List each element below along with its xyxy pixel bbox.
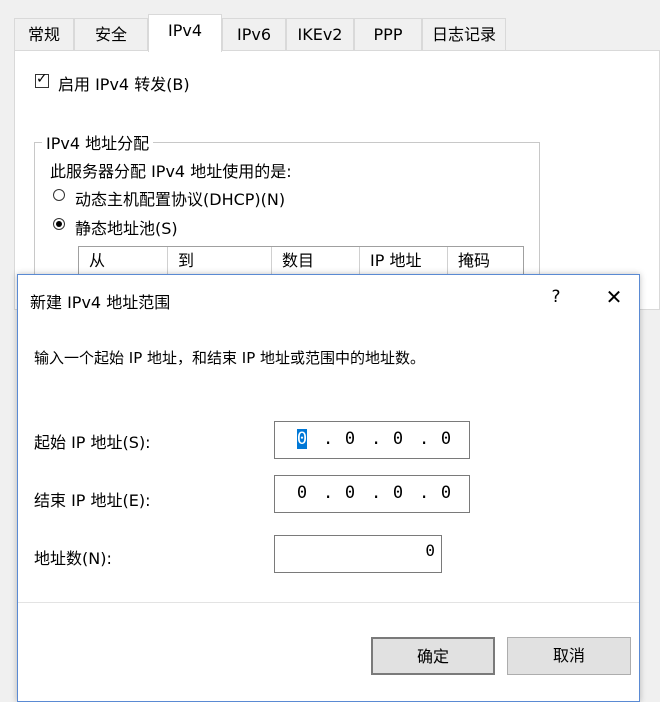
static-pool-radio[interactable] — [53, 218, 65, 230]
end-ip-label: 结束 IP 地址(E): — [34, 491, 151, 510]
dialog-titlebar: 新建 IPv4 地址范围 ? ✕ — [18, 275, 639, 323]
address-count-field[interactable]: 0 — [274, 535, 442, 573]
column-header-count[interactable]: 数目 — [272, 247, 360, 277]
assignment-description: 此服务器分配 IPv4 地址使用的是: — [50, 162, 292, 181]
dhcp-radio[interactable] — [53, 189, 65, 201]
tab-ipv6[interactable]: IPv6 — [222, 18, 286, 50]
tab-label: IPv6 — [236, 25, 271, 44]
column-header-from[interactable]: 从 — [79, 247, 168, 277]
help-button[interactable]: ? — [546, 287, 566, 307]
column-header-ip-address[interactable]: IP 地址 — [360, 247, 448, 277]
tab-label: IPv4 — [167, 21, 202, 40]
end-ip-octet-2[interactable]: 0 — [339, 483, 361, 503]
start-ip-octet-3[interactable]: 0 — [387, 429, 409, 449]
tab-label: 常规 — [27, 25, 60, 44]
close-icon[interactable]: ✕ — [602, 285, 626, 309]
tab-label: 安全 — [94, 25, 127, 44]
group-title: IPv4 地址分配 — [42, 130, 154, 154]
tab-logging[interactable]: 日志记录 — [422, 18, 506, 50]
end-ip-octet-1[interactable]: 0 — [291, 483, 313, 503]
start-ip-octet-2[interactable]: 0 — [339, 429, 361, 449]
end-ip-octet-3[interactable]: 0 — [387, 483, 409, 503]
dialog-divider — [18, 602, 639, 603]
address-count-value: 0 — [425, 541, 435, 560]
start-ip-octet-4[interactable]: 0 — [435, 429, 457, 449]
start-ip-octet-1[interactable]: 0 — [296, 429, 308, 449]
tab-general[interactable]: 常规 — [14, 18, 74, 50]
end-ip-octet-4[interactable]: 0 — [435, 483, 457, 503]
start-ip-label: 起始 IP 地址(S): — [34, 433, 151, 452]
end-ip-field[interactable]: 0 . 0 . 0 . 0 — [274, 475, 470, 513]
enable-ipv4-forwarding-checkbox[interactable] — [35, 71, 49, 88]
static-pool-label: 静态地址池(S) — [75, 219, 178, 238]
column-header-mask[interactable]: 掩码 — [448, 247, 523, 277]
new-ipv4-range-dialog: 新建 IPv4 地址范围 ? ✕ 输入一个起始 IP 地址，和结束 IP 地址或… — [17, 274, 640, 702]
cancel-button[interactable]: 取消 — [507, 637, 631, 675]
tab-ppp[interactable]: PPP — [354, 18, 422, 50]
dialog-title: 新建 IPv4 地址范围 — [30, 293, 171, 312]
tab-label: IKEv2 — [297, 25, 343, 44]
dialog-instruction: 输入一个起始 IP 地址，和结束 IP 地址或范围中的地址数。 — [34, 349, 426, 367]
column-header-to[interactable]: 到 — [168, 247, 272, 277]
ok-button[interactable]: 确定 — [371, 637, 495, 675]
tab-label: 日志记录 — [431, 25, 496, 44]
tab-ipv4[interactable]: IPv4 — [148, 14, 222, 52]
address-count-label: 地址数(N): — [34, 549, 112, 568]
start-ip-field[interactable]: 0 . 0 . 0 . 0 — [274, 421, 470, 459]
enable-ipv4-forwarding-label: 启用 IPv4 转发(B) — [58, 75, 190, 94]
tab-label: PPP — [373, 25, 403, 44]
dhcp-label: 动态主机配置协议(DHCP)(N) — [75, 190, 286, 209]
tab-security[interactable]: 安全 — [74, 18, 148, 50]
tab-ikev2[interactable]: IKEv2 — [286, 18, 354, 50]
